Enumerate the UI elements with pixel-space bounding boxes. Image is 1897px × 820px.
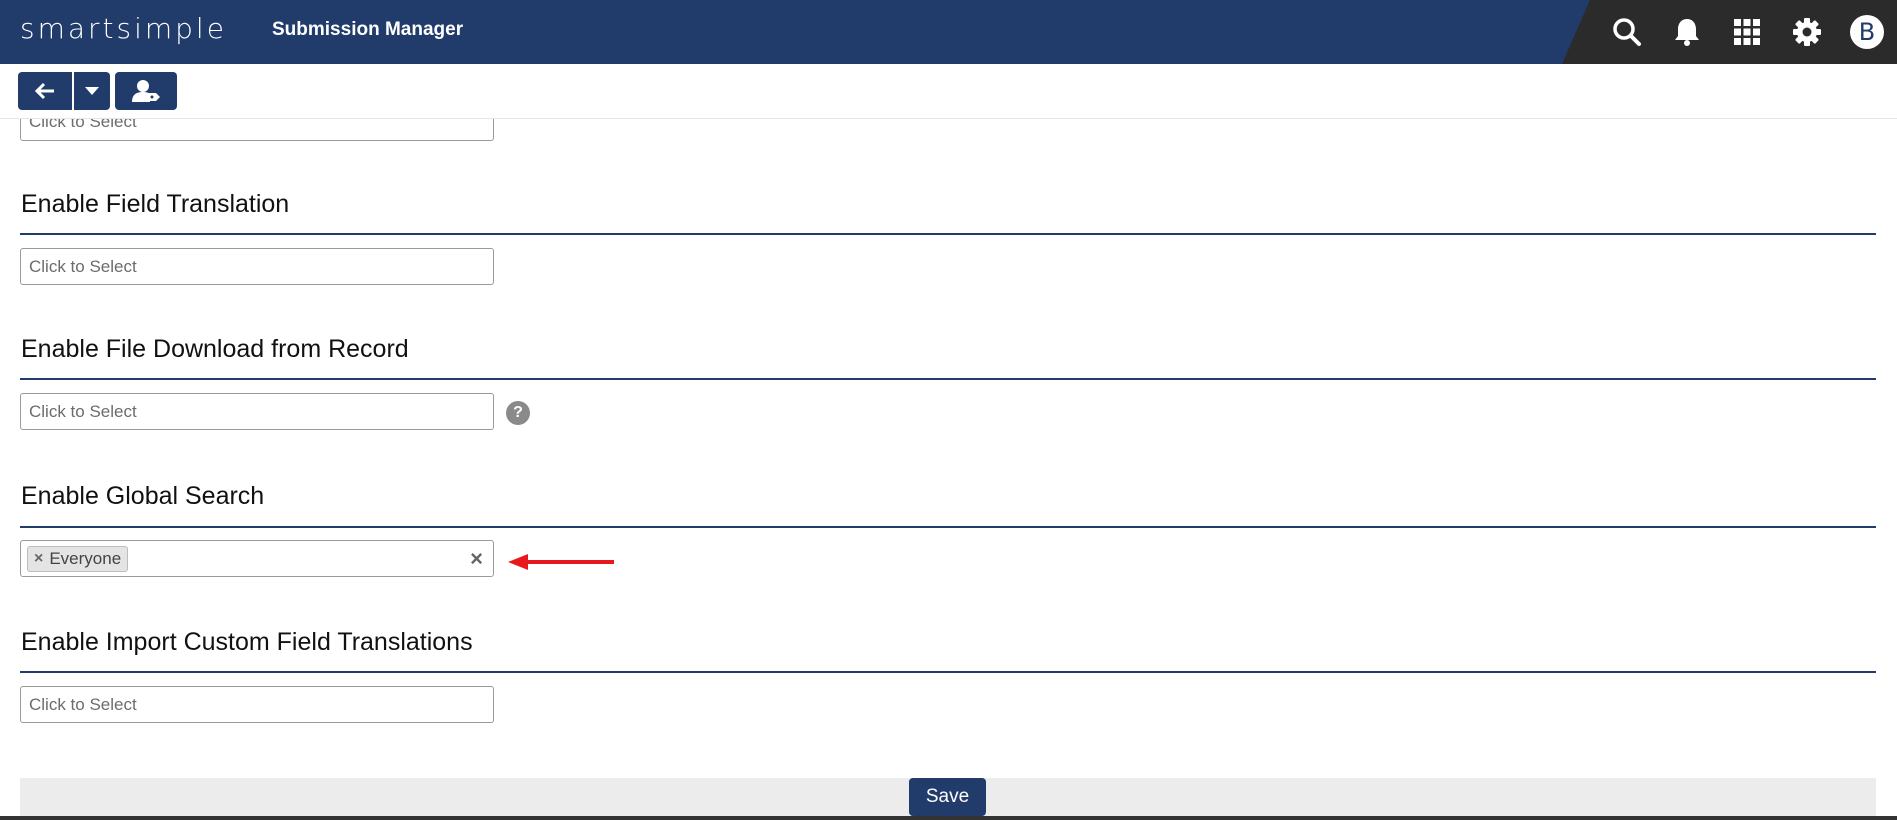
select-placeholder: Click to Select [29, 694, 137, 714]
gear-icon[interactable] [1777, 0, 1837, 64]
action-toolbar [0, 64, 1897, 119]
caret-down-icon [85, 87, 99, 95]
arrow-left-icon [34, 82, 54, 100]
app-title[interactable]: Submission Manager [272, 19, 463, 41]
section-title-file-download: Enable File Download from Record [21, 335, 409, 363]
section-title-import-translations: Enable Import Custom Field Translations [21, 628, 473, 656]
search-icon[interactable] [1597, 0, 1657, 64]
select-placeholder: Click to Select [29, 256, 137, 276]
select-field-translation[interactable]: Click to Select [20, 248, 494, 285]
user-tag-icon [132, 80, 160, 102]
help-icon[interactable]: ? [506, 401, 530, 425]
top-navbar: smartsimple Submission Manager B [0, 0, 1897, 64]
navbar-icons: B [1597, 0, 1897, 64]
annotation-arrow-icon [508, 554, 614, 570]
select-placeholder: Click to Select [29, 401, 137, 421]
bell-icon[interactable] [1657, 0, 1717, 64]
remove-chip-icon[interactable]: × [34, 550, 43, 568]
avatar: B [1850, 15, 1884, 49]
back-button[interactable] [18, 72, 72, 110]
select-global-search[interactable]: × Everyone × [20, 540, 494, 577]
selected-chip-everyone: × Everyone [27, 545, 129, 572]
clear-selection-icon[interactable]: × [470, 546, 483, 572]
logo[interactable]: smartsimple [20, 12, 227, 45]
select-import-translations[interactable]: Click to Select [20, 686, 494, 723]
chip-label: Everyone [49, 548, 122, 568]
page-content: Click to Select Enable Field Translation… [0, 0, 1897, 820]
section-title-global-search: Enable Global Search [21, 482, 265, 510]
section-divider [20, 671, 1876, 673]
navbar-brand-area [0, 0, 1590, 64]
toolbar-button-group [18, 72, 177, 110]
section-divider [20, 526, 1876, 528]
section-divider [20, 233, 1876, 235]
user-role-button[interactable] [115, 72, 177, 110]
history-dropdown-button[interactable] [74, 72, 110, 110]
user-avatar[interactable]: B [1837, 0, 1897, 64]
section-divider [20, 378, 1876, 380]
select-file-download[interactable]: Click to Select [20, 393, 494, 430]
grid-icon[interactable] [1717, 0, 1777, 64]
section-title-field-translation: Enable Field Translation [21, 190, 290, 218]
save-button[interactable]: Save [909, 778, 986, 816]
bottom-divider [0, 816, 1897, 820]
